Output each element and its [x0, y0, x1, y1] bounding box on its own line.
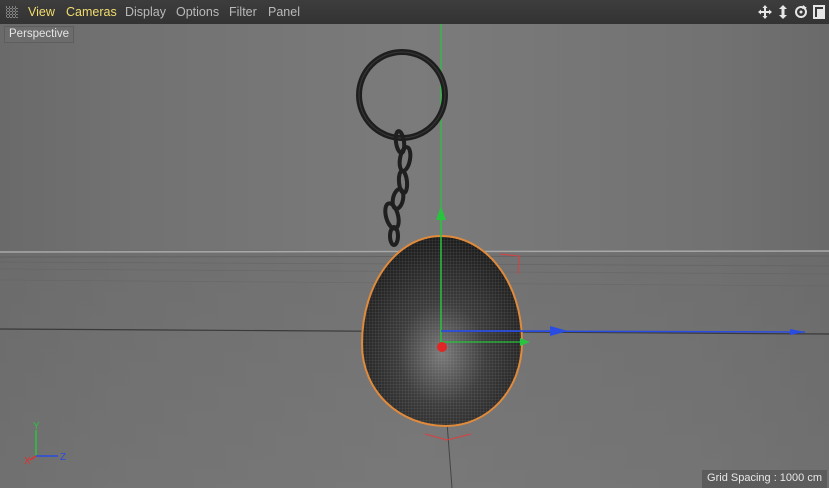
viewport-menubar: View Cameras Display Options Filter Pane…: [0, 0, 829, 25]
move-view-icon[interactable]: [757, 4, 773, 20]
3d-viewport[interactable]: Perspective Y X Z Grid Spacing : 1000 cm: [0, 24, 829, 488]
toggle-layout-icon[interactable]: [811, 4, 827, 20]
menu-display[interactable]: Display: [125, 5, 166, 19]
chain-object[interactable]: [383, 129, 413, 247]
rotate-view-icon[interactable]: [793, 4, 809, 20]
cinema4d-viewport-window: View Cameras Display Options Filter Pane…: [0, 0, 829, 488]
keyring-object[interactable]: [356, 49, 448, 141]
menu-filter[interactable]: Filter: [229, 5, 257, 19]
viewport-nav-icons: [757, 4, 827, 20]
menu-cameras[interactable]: Cameras: [66, 5, 117, 19]
panel-grip-icon[interactable]: [6, 6, 18, 18]
gizmo-z-label: Z: [60, 452, 66, 463]
menu-panel[interactable]: Panel: [268, 5, 300, 19]
scene-canvas: [0, 24, 829, 488]
gizmo-y-label: Y: [33, 421, 40, 432]
viewport-name-label[interactable]: Perspective: [4, 26, 75, 43]
menu-options[interactable]: Options: [176, 5, 219, 19]
grid-spacing-label: Grid Spacing : 1000 cm: [702, 470, 827, 488]
gizmo-x-label: X: [24, 456, 31, 467]
dolly-view-icon[interactable]: [775, 4, 791, 20]
axis-orientation-gizmo: Y X Z: [24, 421, 66, 467]
menu-view[interactable]: View: [28, 5, 55, 19]
